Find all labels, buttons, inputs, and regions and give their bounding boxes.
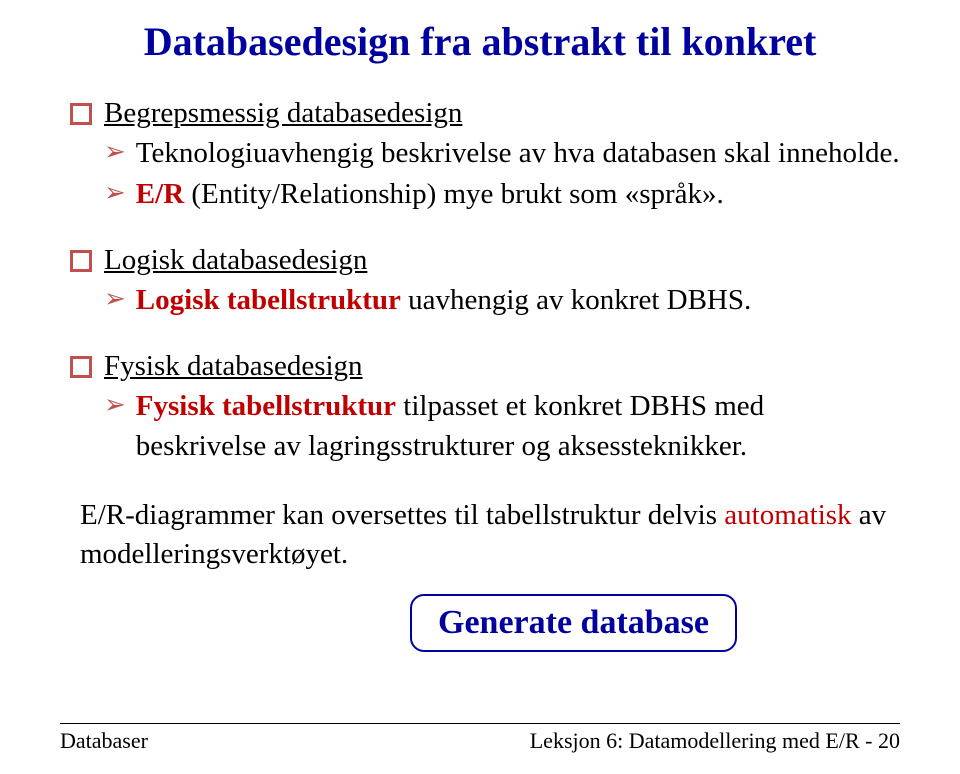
item-text: E/R (Entity/Relationship) mye brukt som …	[136, 175, 724, 214]
highlight-text: automatisk	[724, 499, 851, 531]
content-area: Begrepsmessig databasedesign ➢ Teknologi…	[60, 97, 900, 734]
list-item: ➢ E/R (Entity/Relationship) mye brukt so…	[104, 175, 900, 214]
list-item: ➢ Teknologiuavhengig beskrivelse av hva …	[104, 134, 900, 173]
section-logisk: Logisk databasedesign ➢ Logisk tabellstr…	[70, 244, 900, 320]
highlight-text: Fysisk tabellstruktur	[136, 390, 396, 422]
footer-content: Databaser Leksjon 6: Datamodellering med…	[60, 728, 900, 754]
slide-footer: Databaser Leksjon 6: Datamodellering med…	[60, 723, 900, 754]
arrow-bullet-icon: ➢	[104, 283, 126, 314]
section-title: Fysisk databasedesign	[104, 350, 363, 383]
item-text: Logisk tabellstruktur uavhengig av konkr…	[136, 281, 751, 320]
generate-database-box: Generate database	[410, 594, 737, 652]
arrow-bullet-icon: ➢	[104, 389, 126, 420]
item-text: Fysisk tabellstruktur tilpasset et konkr…	[136, 387, 900, 465]
footer-divider	[60, 723, 900, 724]
text-span: Teknologiuavhengig beskrivelse av hva da…	[136, 137, 900, 169]
text-span: uavhengig av konkret DBHS.	[401, 284, 751, 316]
text-span: E/R-diagrammer kan oversettes til tabell…	[80, 499, 724, 531]
generate-label: Generate database	[438, 604, 709, 641]
square-bullet-icon	[70, 250, 92, 272]
section-title: Begrepsmessig databasedesign	[104, 97, 462, 130]
list-item: ➢ Logisk tabellstruktur uavhengig av kon…	[104, 281, 900, 320]
section-header: Fysisk databasedesign	[70, 350, 900, 383]
footer-left: Databaser	[60, 728, 148, 754]
square-bullet-icon	[70, 103, 92, 125]
highlight-text: E/R	[136, 178, 184, 210]
section-header: Begrepsmessig databasedesign	[70, 97, 900, 130]
list-item: ➢ Fysisk tabellstruktur tilpasset et kon…	[104, 387, 900, 465]
page-title: Databasedesign fra abstrakt til konkret	[60, 18, 900, 65]
footer-right: Leksjon 6: Datamodellering med E/R - 20	[530, 728, 900, 754]
section-fysisk: Fysisk databasedesign ➢ Fysisk tabellstr…	[70, 350, 900, 465]
arrow-bullet-icon: ➢	[104, 177, 126, 208]
section-begrepsmessig: Begrepsmessig databasedesign ➢ Teknologi…	[70, 97, 900, 214]
arrow-bullet-icon: ➢	[104, 136, 126, 167]
slide: Databasedesign fra abstrakt til konkret …	[0, 0, 960, 774]
square-bullet-icon	[70, 356, 92, 378]
text-span: (Entity/Relationship) mye brukt som «spr…	[184, 178, 724, 210]
section-title: Logisk databasedesign	[104, 244, 367, 277]
bottom-paragraph: E/R-diagrammer kan oversettes til tabell…	[80, 496, 900, 574]
highlight-text: Logisk tabellstruktur	[136, 284, 401, 316]
item-text: Teknologiuavhengig beskrivelse av hva da…	[136, 134, 900, 173]
section-header: Logisk databasedesign	[70, 244, 900, 277]
